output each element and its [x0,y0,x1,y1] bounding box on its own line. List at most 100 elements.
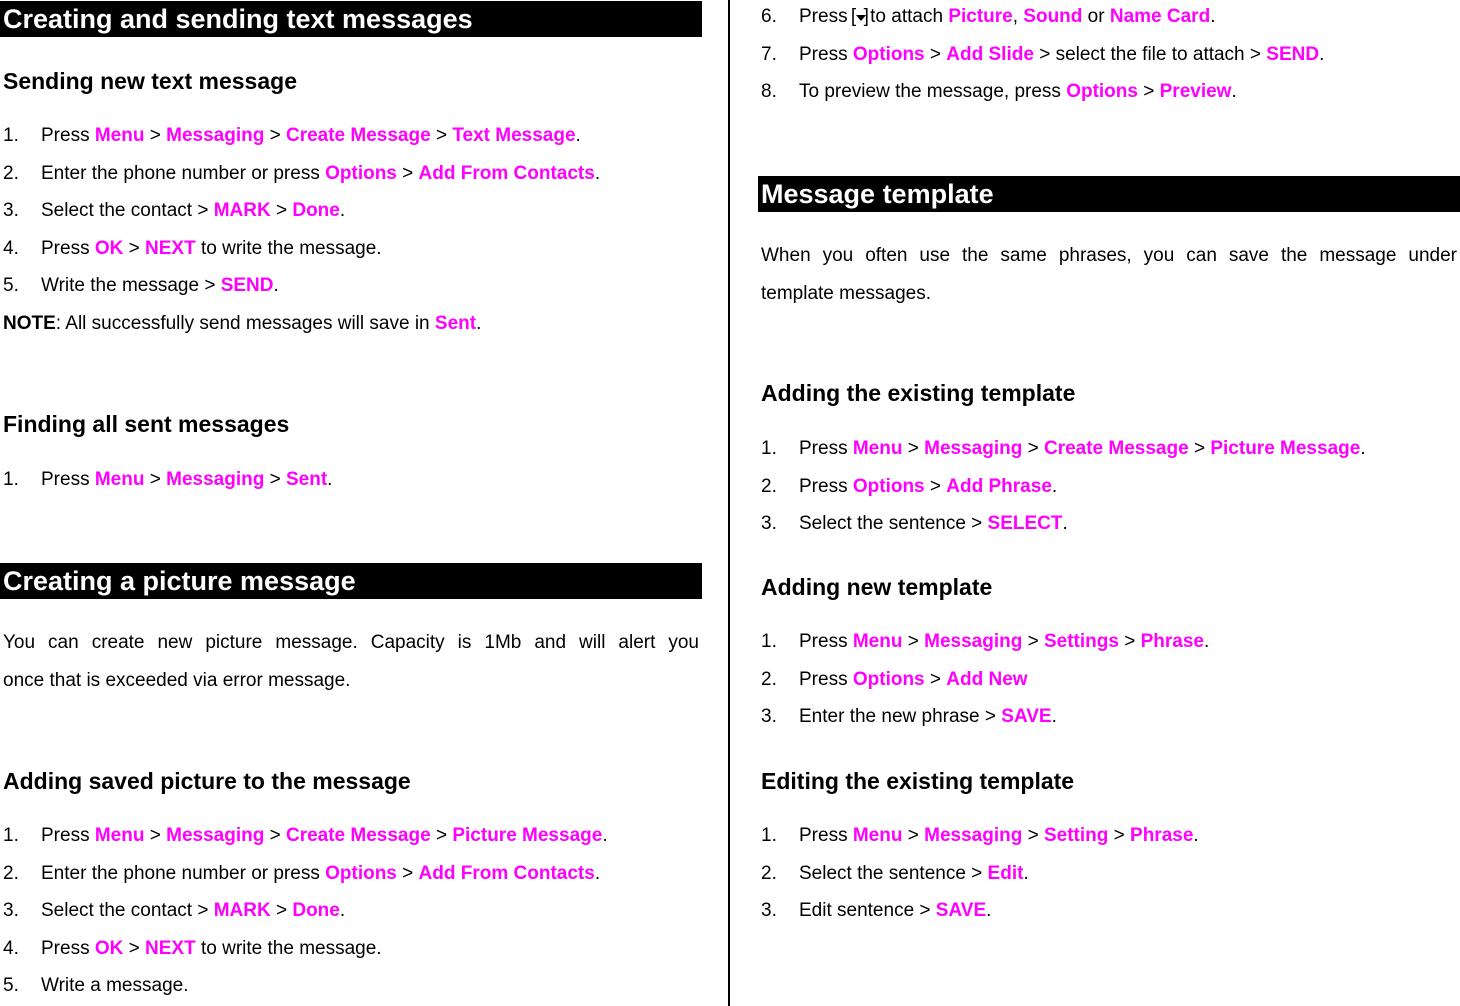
menu-path-item: Messaging [166,125,265,146]
step-text: . [273,275,279,296]
picture-message-intro: You can create new picture message. Capa… [3,624,699,699]
step-item: 4. Press OK > NEXT to write the message. [3,938,382,960]
step-text: > [270,900,293,921]
step-item: 1. Press Menu > Messaging > Create Messag… [3,825,608,847]
step-item: 8. To preview the message, press Options … [761,81,1237,103]
menu-path-item: Create Message [285,125,431,146]
step-item: 2. Press Options > Add Phrase. [761,476,1057,498]
menu-path-item: MARK [213,900,271,921]
step-item: 1. Press Menu > Messaging > Create Messag… [3,125,581,147]
menu-path-item: OK [94,937,124,959]
menu-path-item: Create Message [1043,438,1189,459]
step-text: Write the message > [41,275,221,296]
menu-path-item: SEND [220,275,274,296]
step-text: > [430,125,453,146]
step-text: . [1203,631,1210,652]
step-item: 1. Press Menu > Messaging > Settings > Ph… [761,631,1209,653]
step-text: . [1023,862,1029,884]
step-text: > [430,825,453,846]
step-text: Select the contact > [41,900,214,921]
step-text: . [1051,706,1057,727]
step-text: . [327,469,333,490]
subheading-editing-existing-template: Editing the existing template [761,768,1075,794]
menu-path-item: Menu [852,631,903,652]
step-text: . [1193,825,1199,846]
step-number: 3. [761,706,777,727]
step-text: Press [799,438,853,459]
step-text: . [339,900,346,921]
step-item: 3. Edit sentence > SAVE. [761,900,991,922]
step-text: > [270,200,293,221]
step-number: 2. [761,475,777,497]
menu-path-item: Picture Message [452,825,603,846]
subheading-adding-new-template: Adding new template [761,574,993,600]
subheading-adding-existing-template: Adding the existing template [761,380,1076,406]
step-text: Press [799,668,853,690]
step-text: > [123,237,146,259]
menu-path-item: Add From Contacts [418,162,595,184]
step-text: . [594,862,601,884]
step-text: > [902,825,925,846]
menu-path-item: MARK [213,200,271,221]
menu-path-item: SAVE [935,900,987,921]
step-number: 3. [761,900,777,921]
intro-line-2: once that is exceeded via error message. [3,669,351,691]
step-text: > [1137,81,1160,102]
step-text: > [1022,825,1044,846]
step-number: 3. [3,200,19,221]
subheading-adding-saved-picture: Adding saved picture to the message [3,768,411,794]
step-text: Select the sentence > [799,513,988,534]
menu-path-item: Phrase [1140,631,1204,652]
note-end: . [476,313,482,334]
step-item: 2. Enter the phone number or press Option… [3,863,600,885]
step-item: 3. Select the contact > MARK > Done. [3,200,345,222]
step-text: . [986,900,992,921]
step-text: > [1188,438,1211,459]
menu-path-item: Messaging [924,825,1023,846]
step-item: 7. Press Options > Add Slide > select the… [761,44,1324,66]
menu-path-item: Create Message [285,825,431,846]
step-text: > [924,668,947,690]
step-text: > [902,631,925,652]
step-text: > select the file to attach > [1033,43,1267,65]
step-number: 8. [761,81,777,102]
section-heading-text-messages: Creating and sending text messages [0,1,702,37]
step-text: Press [799,43,853,65]
intro-line-2: template messages. [761,282,932,304]
step-number: 5. [3,975,19,996]
menu-path-item: Options [325,862,397,884]
step-number: 7. [761,43,777,65]
step-text: Press [41,237,95,259]
step-item: 1. Press Menu > Messaging > Setting > Phr… [761,825,1199,847]
step-item: 2. Press Options > Add New [761,669,1028,691]
step-number: 2. [3,862,19,884]
step-text: Enter the new phrase > [799,706,1002,727]
step-text: , [1012,6,1024,27]
menu-path-item: SEND [1266,43,1320,65]
step-text: > [123,937,146,959]
step-text: Enter the phone number or press [41,862,326,884]
step-number: 5. [3,275,19,296]
step-text: . [594,162,601,184]
menu-path-item: Settings [1043,631,1119,652]
subheading-finding-sent: Finding all sent messages [3,411,290,437]
step-text: Select the contact > [41,200,214,221]
menu-path-item: Menu [94,125,145,146]
menu-path-item: NEXT [145,237,196,259]
step-item: 3. Enter the new phrase > SAVE. [761,706,1057,728]
menu-path-item: Text Message [452,125,576,146]
step-text: > [264,469,286,490]
menu-path-item: Menu [94,825,145,846]
step-number: 4. [3,937,19,959]
step-text: Press [41,937,95,959]
step-text: > [396,862,419,884]
step-item: 4. Press OK > NEXT to write the message. [3,238,382,260]
menu-path-item: Add New [946,668,1028,690]
menu-path-item: Messaging [924,438,1023,459]
step-text: Select the sentence > [799,862,988,884]
step-number: 1. [761,825,777,846]
step-text: > [924,475,947,497]
step-text: Press [41,825,95,846]
step-item: 3. Select the contact > MARK > Done. [3,900,345,922]
step-item: 5. Write a message. [3,975,188,997]
